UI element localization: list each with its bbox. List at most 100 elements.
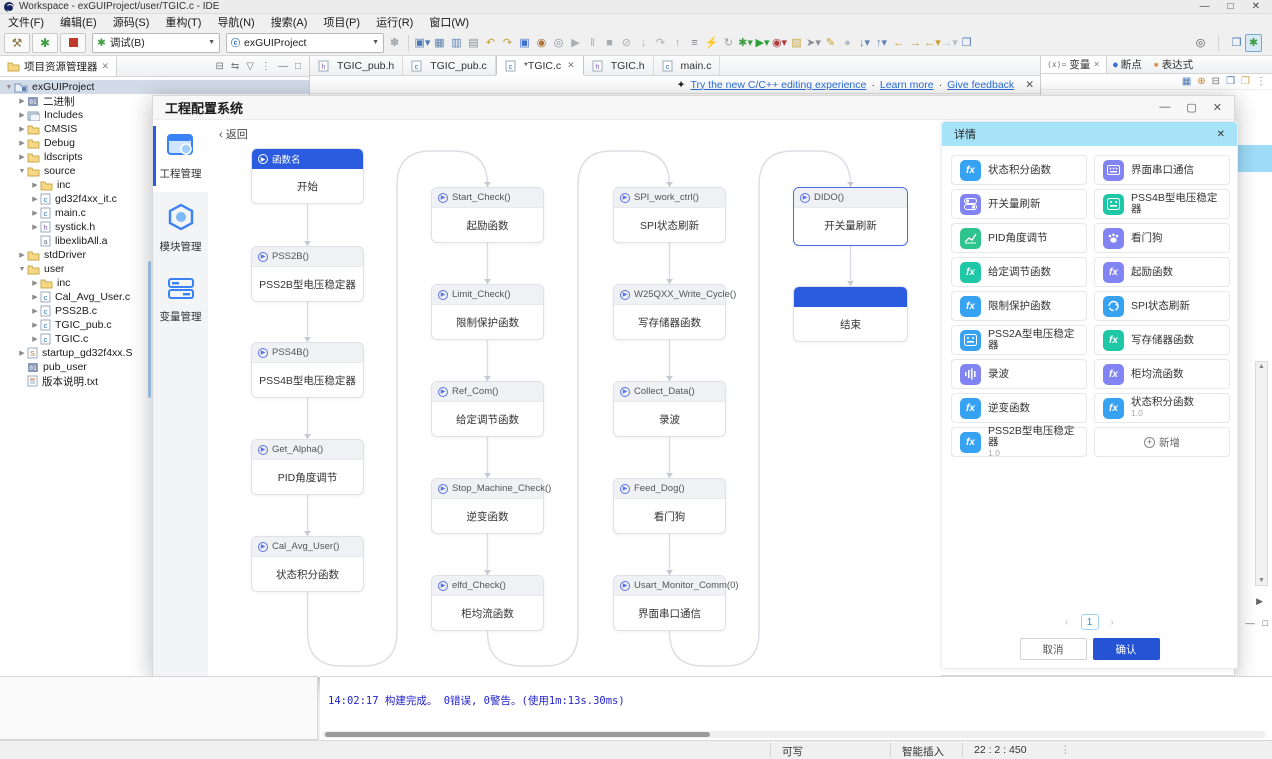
view-tab-expressions[interactable]: ✱表达式 [1148,56,1199,73]
flow-node[interactable]: ▶Start_Check()起励函数 [431,187,544,243]
tree-scrollbar[interactable] [148,261,151,398]
highlight-icon[interactable]: ✎ [822,34,839,52]
function-chip[interactable]: fx状态积分函数1.0 [1094,393,1230,423]
tree-expand-icon[interactable]: ▶ [30,279,40,287]
perspective-c-icon[interactable]: ✱ [1245,34,1262,52]
view-menu-icon[interactable]: ⋮ [261,61,271,72]
restart-icon[interactable]: ▶ [1256,596,1263,607]
variables-scrollbar[interactable]: ▲ ▼ [1255,361,1268,586]
collapse-all-icon[interactable]: ⊟ [215,61,223,72]
scroll-up-icon[interactable]: ▲ [1258,363,1265,370]
menu-item[interactable]: 项目(P) [315,13,368,31]
tree-expand-icon[interactable]: ▶ [30,181,40,189]
forward-icon[interactable]: → [907,34,924,52]
perspective-debug-icon[interactable]: ❒ [1228,34,1245,52]
profile-icon[interactable]: ◉▾ [771,34,788,52]
collapse-all-icon[interactable]: ⊟ [1212,76,1220,87]
trace-icon[interactable]: ≡ [686,34,703,52]
search-icon[interactable]: ◎ [1192,34,1209,52]
tree-expand-icon[interactable]: ▶ [17,153,27,161]
new-view-icon[interactable]: ❒ [1241,76,1250,87]
close-icon[interactable]: ✕ [102,61,110,72]
project-dropdown[interactable]: ⓒ exGUIProject ▼ [226,33,384,53]
tree-expand-icon[interactable]: ▶ [17,139,27,147]
window-minimize-button[interactable]: — [1200,1,1210,12]
menu-item[interactable]: 编辑(E) [52,13,105,31]
flow-node[interactable]: ▶DIDO()开关量刷新 [793,187,908,246]
tree-expand-icon[interactable]: ▶ [30,209,40,217]
flow-node[interactable]: ▶Ref_Com()给定调节函数 [431,381,544,437]
gear-icon[interactable]: ✽ [386,34,403,52]
maximize-view-icon[interactable]: □ [1263,618,1268,628]
tree-expand-icon[interactable]: ▶ [30,293,40,301]
save-all-icon[interactable]: ▥ [448,34,465,52]
redo-icon[interactable]: ↷ [499,34,516,52]
menu-item[interactable]: 搜索(A) [263,13,316,31]
window-maximize-button[interactable]: □ [1228,1,1234,12]
banner-feedback-link[interactable]: Give feedback [947,79,1014,91]
debug-button[interactable]: ✱ [32,33,58,53]
flow-node[interactable]: ▶elfd_Check()柜均流函数 [431,575,544,631]
menu-item[interactable]: 运行(R) [368,13,421,31]
tree-expand-icon[interactable]: ▶ [30,223,40,231]
function-chip[interactable]: PID角度调节 [951,223,1087,253]
close-icon[interactable]: ✕ [567,60,575,71]
step-return-icon[interactable]: ↑ [669,34,686,52]
download-icon[interactable]: ↓▾ [856,34,873,52]
function-chip[interactable]: fx写存储器函数 [1094,325,1230,355]
scroll-down-icon[interactable]: ▼ [1258,577,1265,584]
view-tab-breakpoints[interactable]: ●断点 [1107,56,1148,73]
tree-expand-icon[interactable]: ▶ [17,97,27,105]
tree-expand-icon[interactable]: ▶ [17,125,27,133]
tree-expand-icon[interactable]: ▶ [30,321,40,329]
add-variable-icon[interactable]: ⊕ [1197,76,1205,87]
close-icon[interactable]: ✕ [1093,60,1100,69]
page-next-icon[interactable]: › [1111,617,1114,628]
dialog-maximize-button[interactable]: ▢ [1186,101,1196,114]
editor-tab[interactable]: c*TGIC.c✕ [496,56,584,75]
resume-icon[interactable]: ▶ [567,34,584,52]
disconnect-icon[interactable]: ⊘ [618,34,635,52]
function-chip[interactable]: fxPSS2B型电压稳定器1.0 [951,427,1087,457]
dialog-nav-module[interactable]: 模块管理 [153,192,208,264]
flow-node[interactable]: ▶Usart_Monitor_Comm(0)界面串口通信 [613,575,726,631]
menu-item[interactable]: 源码(S) [105,13,158,31]
tree-item[interactable]: ▼exGUIProject [0,80,309,94]
editor-tab[interactable]: hTGIC_pub.h [310,56,403,75]
banner-try-link[interactable]: Try the new C/C++ editing experience [690,79,866,91]
window-close-button[interactable]: ✕ [1252,1,1260,12]
tree-expand-icon[interactable]: ▶ [30,195,40,203]
debug-run-icon[interactable]: ✱▾ [737,34,754,52]
console-hscrollbar[interactable] [322,731,1266,738]
confirm-button[interactable]: 确认 [1093,638,1160,660]
terminate-button[interactable] [60,33,86,53]
tree-expand-icon[interactable]: ▼ [17,168,27,175]
menu-item[interactable]: 文件(F) [0,13,52,31]
flow-node[interactable]: ▶函数名开始 [251,148,364,204]
debug-config-dropdown[interactable]: ✱ 调试(B) ▼ [92,33,220,53]
minimize-view-icon[interactable]: — [1246,618,1255,628]
editor-tab[interactable]: cmain.c [654,56,721,75]
function-chip[interactable]: PSS4B型电压稳定器 [1094,189,1230,219]
open-project-icon[interactable]: ▨ [788,34,805,52]
link-editor-icon[interactable]: ⇆ [231,61,239,72]
function-chip[interactable]: 看门狗 [1094,223,1230,253]
console-view-icon[interactable]: ▣ [516,34,533,52]
function-chip[interactable]: fx限制保护函数 [951,291,1087,321]
flash-download-icon[interactable]: ⚡ [703,34,720,52]
cancel-button[interactable]: 取消 [1020,638,1087,660]
view-menu-icon[interactable]: ⋮ [1256,76,1266,87]
function-chip[interactable]: fx状态积分函数 [951,155,1087,185]
view-tab-variables[interactable]: (x)=变量✕ [1041,56,1107,73]
new-window-icon[interactable]: ❒ [958,34,975,52]
upload-icon[interactable]: ↑▾ [873,34,890,52]
function-chip[interactable]: 录波 [951,359,1087,389]
new-wizard-icon[interactable]: ▣▾ [414,34,431,52]
minimize-view-icon[interactable]: — [278,61,288,72]
function-chip[interactable]: fx起励函数 [1094,257,1230,287]
function-chip[interactable]: 开关量刷新 [951,189,1087,219]
restart-icon[interactable]: ↻ [720,34,737,52]
function-chip[interactable]: fx柜均流函数 [1094,359,1230,389]
step-over-icon[interactable]: ↷ [652,34,669,52]
editor-tab[interactable]: cTGIC_pub.c [403,56,496,75]
